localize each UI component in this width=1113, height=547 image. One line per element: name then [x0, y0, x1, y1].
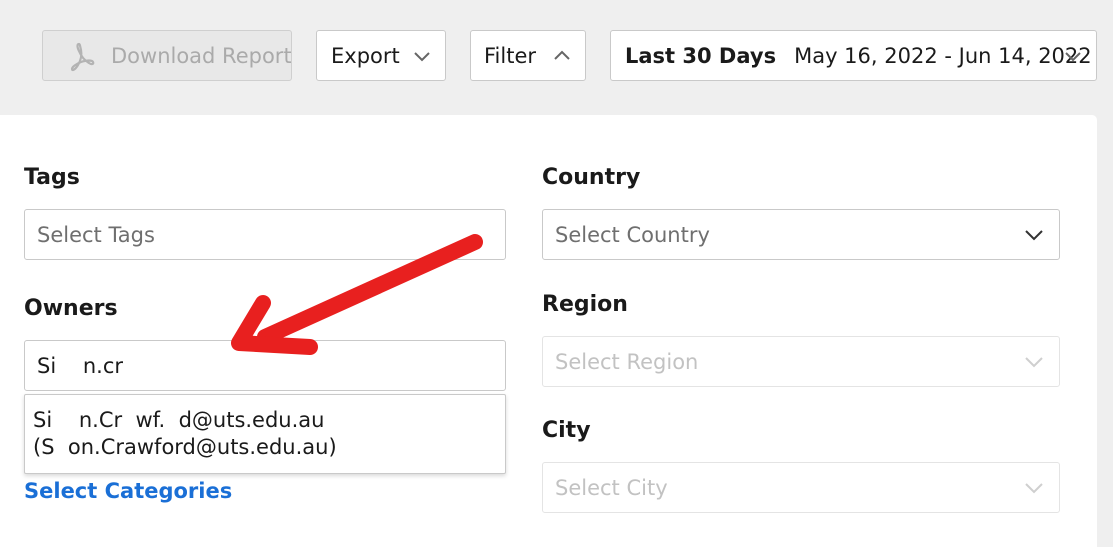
region-select[interactable]: Select Region: [542, 336, 1060, 387]
chevron-down-icon: [1023, 350, 1045, 372]
owner-suggestion-line1: Si n.Cr wf. d@uts.edu.au: [33, 408, 325, 432]
select-categories-link[interactable]: Select Categories: [24, 479, 232, 503]
chevron-up-icon: [551, 45, 573, 67]
owners-value: Si n.cr: [37, 353, 124, 378]
tags-placeholder: Select Tags: [37, 222, 155, 247]
download-report-button[interactable]: Download Report: [42, 30, 292, 81]
toolbar: Download Report Export Filter Last 30 Da…: [0, 0, 1113, 115]
tags-input[interactable]: Select Tags: [24, 209, 506, 260]
country-placeholder: Select Country: [555, 222, 710, 247]
owners-input[interactable]: Si n.cr: [24, 340, 506, 391]
country-label: Country: [542, 165, 641, 190]
city-label: City: [542, 418, 591, 443]
chevron-down-icon: [411, 45, 433, 67]
date-range-selector[interactable]: Last 30 Days May 16, 2022 - Jun 14, 2022: [610, 30, 1097, 81]
chevron-down-icon: [1023, 223, 1045, 245]
filter-button[interactable]: Filter: [470, 30, 586, 81]
chevron-down-icon: [1062, 45, 1084, 67]
region-placeholder: Select Region: [555, 349, 699, 374]
chevron-down-icon: [1023, 476, 1045, 498]
owner-suggestion-line2: (S on.Crawford@uts.edu.au): [33, 435, 337, 459]
download-report-label: Download Report: [111, 43, 292, 68]
region-label: Region: [542, 292, 628, 317]
pdf-icon: [65, 40, 97, 72]
export-button[interactable]: Export: [316, 30, 446, 81]
city-select[interactable]: Select City: [542, 462, 1060, 513]
date-range-value: May 16, 2022 - Jun 14, 2022: [794, 43, 1092, 68]
export-label: Export: [331, 43, 400, 68]
country-select[interactable]: Select Country: [542, 209, 1060, 260]
city-placeholder: Select City: [555, 475, 668, 500]
owner-suggestion-dropdown: Si n.Cr wf. d@uts.edu.au (S on.Crawford@…: [24, 394, 506, 474]
date-range-label: Last 30 Days: [625, 43, 777, 68]
tags-label: Tags: [24, 165, 80, 190]
filter-panel: Tags Select Tags Owners Si n.cr Si n.Cr …: [0, 115, 1097, 547]
owner-suggestion-item[interactable]: Si n.Cr wf. d@uts.edu.au (S on.Crawford@…: [33, 407, 505, 461]
filter-label: Filter: [484, 43, 537, 68]
owners-label: Owners: [24, 296, 118, 321]
